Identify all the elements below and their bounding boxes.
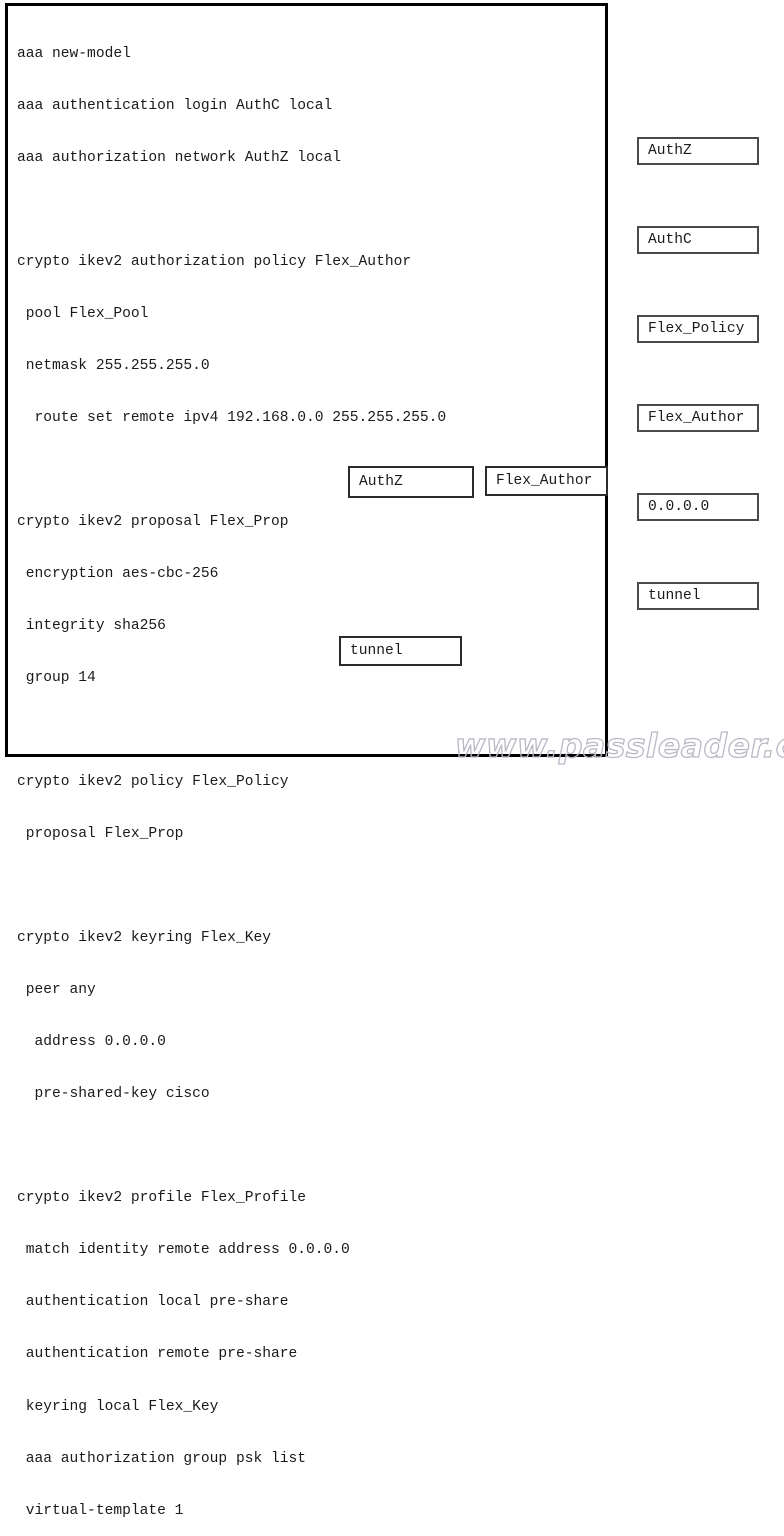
config-line: authentication local pre-share [17, 1294, 289, 1311]
config-line: pre-shared-key cisco [17, 1086, 210, 1103]
config-line: aaa authentication login AuthC local [17, 97, 333, 114]
config-line: peer any [17, 982, 96, 999]
configuration-listing: aaa new-model aaa authentication login A… [17, 11, 609, 1536]
answer-bank-item-authz[interactable]: AuthZ [637, 137, 759, 165]
inline-dropzone-aaa-authorization-policy[interactable]: Flex_Author [485, 466, 608, 496]
config-line-blank [17, 1138, 609, 1155]
config-line: aaa authorization group psk list [17, 1450, 307, 1467]
config-line: crypto ikev2 policy Flex_Policy [17, 774, 289, 791]
config-line: encryption aes-cbc-256 [17, 566, 219, 582]
inline-dropzone-virtual-template-type[interactable]: tunnel [339, 636, 462, 666]
config-line-blank [17, 202, 609, 219]
answer-bank-item-authc[interactable]: AuthC [637, 226, 759, 254]
config-line: address 0.0.0.0 [17, 1034, 166, 1051]
config-line: aaa new-model [17, 45, 131, 62]
config-line: netmask 255.255.255.0 [17, 357, 210, 374]
config-line: proposal Flex_Prop [17, 826, 184, 843]
answer-bank-item-zero-address[interactable]: 0.0.0.0 [637, 493, 759, 521]
config-line: keyring local Flex_Key [17, 1398, 219, 1415]
config-line-blank [17, 878, 609, 895]
configuration-panel: aaa new-model aaa authentication login A… [5, 3, 608, 1519]
config-line: pool Flex_Pool [17, 305, 149, 322]
config-line: virtual-template 1 [17, 1502, 184, 1519]
config-line-blank [17, 722, 609, 739]
config-line: integrity sha256 [17, 618, 166, 635]
config-line: route set remote ipv4 192.168.0.0 255.25… [17, 409, 447, 426]
config-line: authentication remote pre-share [17, 1346, 298, 1363]
config-line: crypto ikev2 profile Flex_Profile [17, 1190, 307, 1207]
inline-dropzone-aaa-authorization-list[interactable]: AuthZ [348, 466, 474, 498]
config-line: aaa authorization network AuthZ local [17, 149, 342, 166]
config-line: crypto ikev2 authorization policy Flex_A… [17, 253, 412, 270]
config-line: group 14 [17, 670, 96, 687]
answer-bank-item-flex-author[interactable]: Flex_Author [637, 404, 759, 432]
config-line: crypto ikev2 keyring Flex_Key [17, 930, 271, 947]
config-line: crypto ikev2 proposal Flex_Prop [17, 513, 289, 530]
config-line: match identity remote address 0.0.0.0 [17, 1242, 350, 1259]
answer-bank-item-flex-policy[interactable]: Flex_Policy [637, 315, 759, 343]
answer-bank-item-tunnel[interactable]: tunnel [637, 582, 759, 610]
